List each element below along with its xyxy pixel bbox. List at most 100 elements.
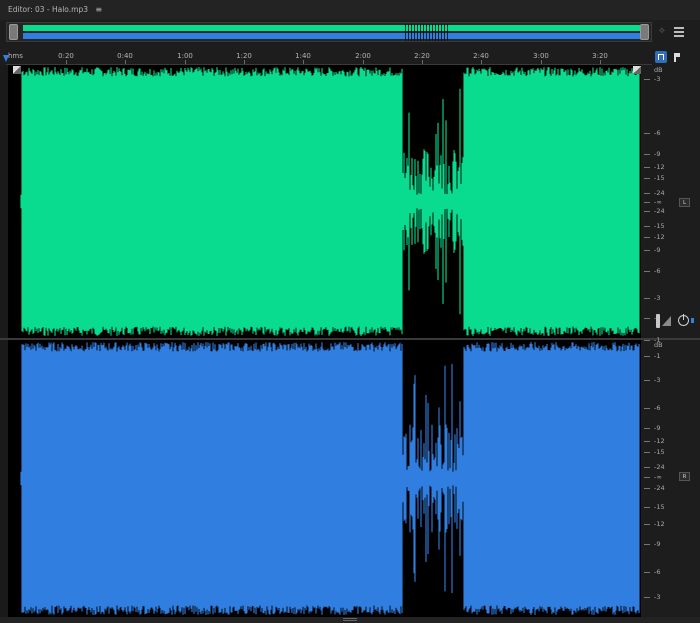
db-scale-label: -∞ — [654, 473, 662, 481]
db-scale-label: -9 — [654, 540, 661, 548]
left-channel-db-scale: dB-3-6-9-12-15-24-∞-24-15-12-9-6-3-1 — [644, 65, 700, 338]
overview-right-handle[interactable] — [640, 24, 649, 40]
ruler-tick-label: 1:20 — [236, 52, 252, 60]
db-scale-tick — [644, 202, 650, 203]
ruler-tick-mark — [185, 60, 186, 64]
db-scale-tick — [644, 597, 650, 598]
db-scale-tick — [644, 318, 650, 319]
db-scale-tick — [644, 167, 650, 168]
db-scale-label: -24 — [654, 189, 665, 197]
channel-divider — [0, 338, 700, 340]
panel-options-icon[interactable] — [674, 27, 684, 37]
ruler-tick-mark — [600, 60, 601, 64]
ruler-tick-label: 3:00 — [533, 52, 549, 60]
left-channel-waveform — [20, 67, 640, 336]
volume-meter — [656, 314, 660, 328]
db-scale-tick — [644, 488, 650, 489]
ruler-tick-label: 2:20 — [414, 52, 430, 60]
db-scale-label: -9 — [654, 246, 661, 254]
marker-flag-icon[interactable] — [670, 51, 682, 63]
overview-waveform[interactable] — [6, 22, 652, 42]
db-scale-tick — [644, 467, 650, 468]
db-scale-tick — [644, 524, 650, 525]
ruler-tick-mark — [481, 60, 482, 64]
db-scale-label: -3 — [654, 294, 661, 302]
editor-title-bar: Editor: 03 - Halo.mp3 ≡ — [0, 0, 700, 20]
db-scale-tick — [644, 477, 650, 478]
db-scale-label: -9 — [654, 150, 661, 158]
waveform-trace — [20, 342, 640, 615]
db-scale-label: dB — [654, 66, 663, 74]
editor-tab[interactable]: Editor: 03 - Halo.mp3 ≡ — [8, 5, 102, 14]
volume-slope-icon — [662, 316, 671, 326]
horizontal-scrollbar[interactable] — [0, 617, 700, 623]
overview-left-channel — [23, 25, 641, 31]
time-ruler[interactable]: hms 0:20 0:40 1:00 1:20 1:40 2:00 2:20 2:40 3:00… — [6, 50, 652, 65]
db-scale-tick — [644, 271, 650, 272]
db-scale-label: -12 — [654, 163, 665, 171]
db-scale-label: -12 — [654, 233, 665, 241]
ruler-tick-mark — [303, 60, 304, 64]
ruler-tick-label: 0:40 — [117, 52, 133, 60]
snap-to-playhead-icon[interactable] — [655, 51, 667, 63]
db-scale-label: -1 — [654, 336, 661, 344]
db-scale-label: -3 — [654, 593, 661, 601]
ruler-tick-label: 0:20 — [58, 52, 74, 60]
db-scale-tick — [644, 572, 650, 573]
scrollbar-grip[interactable] — [343, 618, 357, 621]
db-scale-tick — [644, 408, 650, 409]
db-scale-label: -∞ — [654, 198, 662, 206]
zoom-to-fit-icon[interactable]: ✧ — [656, 26, 668, 38]
db-scale-tick — [644, 380, 650, 381]
db-scale-label: -24 — [654, 463, 665, 471]
ruler-tick-label: 1:00 — [177, 52, 193, 60]
db-scale-tick — [644, 544, 650, 545]
db-scale-label: -1 — [654, 352, 661, 360]
fade-in-corner-handle[interactable] — [13, 66, 21, 74]
db-scale-label: -24 — [654, 484, 665, 492]
fade-out-corner-handle[interactable] — [633, 66, 641, 74]
db-scale-tick — [644, 441, 650, 442]
right-channel-db-scale: dB -1 -3 -6 -9 -12 -15 -24 -∞ -24 -15 -12 -9 -6 -3 -1 — [644, 336, 700, 617]
db-scale-label: -12 — [654, 520, 665, 528]
ruler-tick-mark — [422, 60, 423, 64]
db-scale-tick — [644, 211, 650, 212]
db-scale-label: -15 — [654, 174, 665, 182]
db-scale-label: -6 — [654, 404, 661, 412]
volume-knob-icon[interactable] — [678, 314, 689, 326]
ruler-unit-label: hms — [8, 52, 23, 60]
overview-right-channel — [23, 33, 641, 39]
db-scale-label: -24 — [654, 207, 665, 215]
db-scale-tick — [644, 133, 650, 134]
db-scale-label: -6 — [654, 267, 661, 275]
ruler-tick-label: 2:40 — [473, 52, 489, 60]
volume-control[interactable] — [656, 312, 696, 332]
db-scale-tick — [644, 428, 650, 429]
left-channel-badge[interactable]: L — [679, 198, 690, 207]
db-scale-label: -15 — [654, 222, 665, 230]
volume-indicator — [691, 318, 694, 323]
right-channel-waveform — [20, 342, 640, 615]
overview-left-handle[interactable] — [9, 24, 18, 40]
db-scale-tick — [644, 178, 650, 179]
db-scale-label: -15 — [654, 503, 665, 511]
right-channel-badge[interactable]: R — [679, 472, 690, 481]
ruler-tick-mark — [66, 60, 67, 64]
db-scale-tick — [644, 193, 650, 194]
ruler-tick-mark — [363, 60, 364, 64]
db-scale-tick — [644, 79, 650, 80]
waveform-canvas[interactable] — [8, 65, 641, 617]
ruler-tick-label: 1:40 — [295, 52, 311, 60]
db-scale-tick — [644, 250, 650, 251]
left-gutter — [0, 65, 8, 617]
waveform-trace — [20, 67, 640, 336]
hamburger-menu-icon[interactable]: ≡ — [95, 5, 102, 14]
db-scale-tick — [644, 298, 650, 299]
db-scale-tick — [644, 226, 650, 227]
ruler-tick-mark — [244, 60, 245, 64]
editor-title: Editor: 03 - Halo.mp3 — [8, 5, 88, 14]
playhead-marker[interactable] — [3, 55, 10, 63]
db-scale-tick — [644, 356, 650, 357]
db-scale-label: -3 — [654, 75, 661, 83]
waveform-display[interactable] — [8, 65, 641, 617]
